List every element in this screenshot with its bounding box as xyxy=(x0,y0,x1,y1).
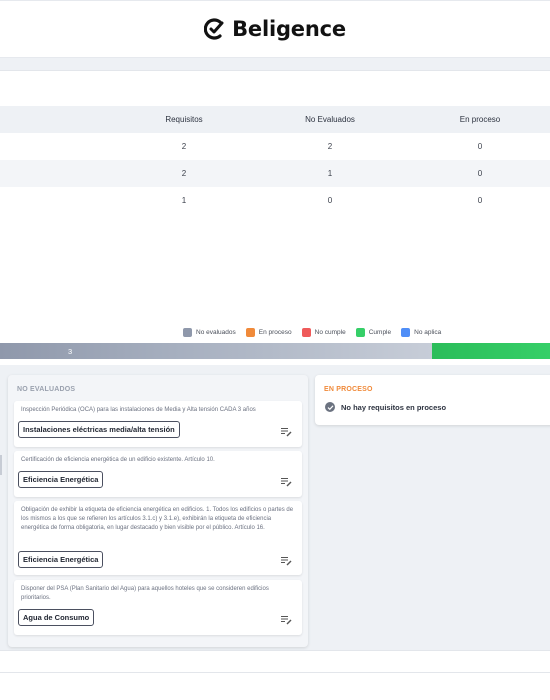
legend-swatch xyxy=(245,328,255,337)
column-header-en-proceso[interactable]: En proceso xyxy=(430,115,530,124)
legend-swatch xyxy=(401,328,411,337)
legend-item-no-evaluados[interactable]: No evaluados xyxy=(183,328,236,337)
table-cell: 2 xyxy=(181,169,187,178)
beligence-logo-icon xyxy=(204,18,224,40)
header-spacer xyxy=(0,58,550,70)
brand-name: Beligence xyxy=(232,17,346,41)
requirement-card[interactable]: Certificación de eficiencia energética d… xyxy=(14,451,302,497)
requirement-tag[interactable]: Eficiencia Energética xyxy=(18,551,104,568)
edit-notes-icon[interactable] xyxy=(281,556,292,566)
summary-table: Requisitos No Evaluados En proceso 2 2 0… xyxy=(0,106,550,214)
table-cell: 1 xyxy=(327,169,333,178)
table-cell: 2 xyxy=(327,142,333,151)
empty-state: No hay requisitos en proceso xyxy=(315,393,550,412)
table-row[interactable]: 1 0 0 xyxy=(0,187,550,214)
scroll-edge-indicator xyxy=(0,455,2,475)
legend-item-en-proceso[interactable]: En proceso xyxy=(245,328,292,337)
edit-notes-icon[interactable] xyxy=(281,477,292,487)
column-no-evaluados: NO EVALUADOS Inspección Periódica (OCA) … xyxy=(8,375,308,647)
requirement-tag[interactable]: Eficiencia Energética xyxy=(18,471,104,488)
footer-divider xyxy=(0,672,550,673)
requirement-text: Disponer del PSA (Plan Sanitario del Agu… xyxy=(21,586,269,601)
table-cell: 2 xyxy=(181,142,187,151)
column-title: EN PROCESO xyxy=(324,386,373,393)
requirement-text: Inspección Periódica (OCA) para las inst… xyxy=(21,407,256,413)
legend-swatch xyxy=(183,328,192,337)
requirement-card[interactable]: Obligación de exhibir la etiqueta de efi… xyxy=(14,501,302,575)
column-en-proceso: EN PROCESO No hay requisitos en proceso xyxy=(315,375,550,425)
column-header-no-evaluados[interactable]: No Evaluados xyxy=(280,115,380,124)
edit-notes-icon[interactable] xyxy=(281,615,292,625)
legend-item-no-aplica[interactable]: No aplica xyxy=(401,328,441,337)
requirement-card[interactable]: Disponer del PSA (Plan Sanitario del Agu… xyxy=(14,580,302,635)
edit-notes-icon[interactable] xyxy=(281,427,292,437)
legend-label: No evaluados xyxy=(196,329,236,336)
legend-swatch xyxy=(355,328,365,337)
column-header-requisitos[interactable]: Requisitos xyxy=(134,115,234,124)
requirement-text: Obligación de exhibir la etiqueta de efi… xyxy=(21,507,294,531)
table-header: Requisitos No Evaluados En proceso xyxy=(0,106,550,133)
requirements-board: NO EVALUADOS Inspección Periódica (OCA) … xyxy=(0,365,550,650)
status-progress-bar: 3 xyxy=(0,343,550,359)
brand-logo[interactable]: Beligence xyxy=(204,17,346,41)
section-spacer xyxy=(0,70,550,106)
requirement-card[interactable]: Inspección Periódica (OCA) para las inst… xyxy=(14,401,302,447)
progress-segment-count: 3 xyxy=(68,346,73,356)
requirement-tag[interactable]: Agua de Consumo xyxy=(18,609,95,626)
legend-label: Cumple xyxy=(368,329,392,336)
legend-label: En proceso xyxy=(258,329,292,336)
table-row[interactable]: 2 2 0 xyxy=(0,133,550,160)
table-cell: 0 xyxy=(477,169,483,178)
column-title: NO EVALUADOS xyxy=(17,386,76,393)
legend-label: No aplica xyxy=(414,329,442,336)
progress-segment-no-evaluados[interactable]: 3 xyxy=(0,343,432,359)
table-cell: 0 xyxy=(327,196,333,205)
header-bar: Beligence xyxy=(0,0,550,58)
table-cell: 1 xyxy=(181,196,187,205)
table-row[interactable]: 2 1 0 xyxy=(0,160,550,187)
status-legend: No evaluados En proceso No cumple Cumple… xyxy=(183,328,441,337)
requirement-text: Certificación de eficiencia energética d… xyxy=(21,457,215,463)
legend-item-cumple[interactable]: Cumple xyxy=(355,328,392,337)
check-circle-icon xyxy=(325,402,335,412)
empty-state-text: No hay requisitos en proceso xyxy=(341,402,447,412)
table-cell: 0 xyxy=(477,196,483,205)
requirement-tag[interactable]: Instalaciones eléctricas media/alta tens… xyxy=(18,421,180,438)
legend-swatch xyxy=(301,328,311,337)
legend-label: No cumple xyxy=(314,329,346,336)
table-cell: 0 xyxy=(477,142,483,151)
footer-area xyxy=(0,650,550,700)
progress-segment-cumple[interactable] xyxy=(431,343,550,359)
legend-item-no-cumple[interactable]: No cumple xyxy=(301,328,346,337)
